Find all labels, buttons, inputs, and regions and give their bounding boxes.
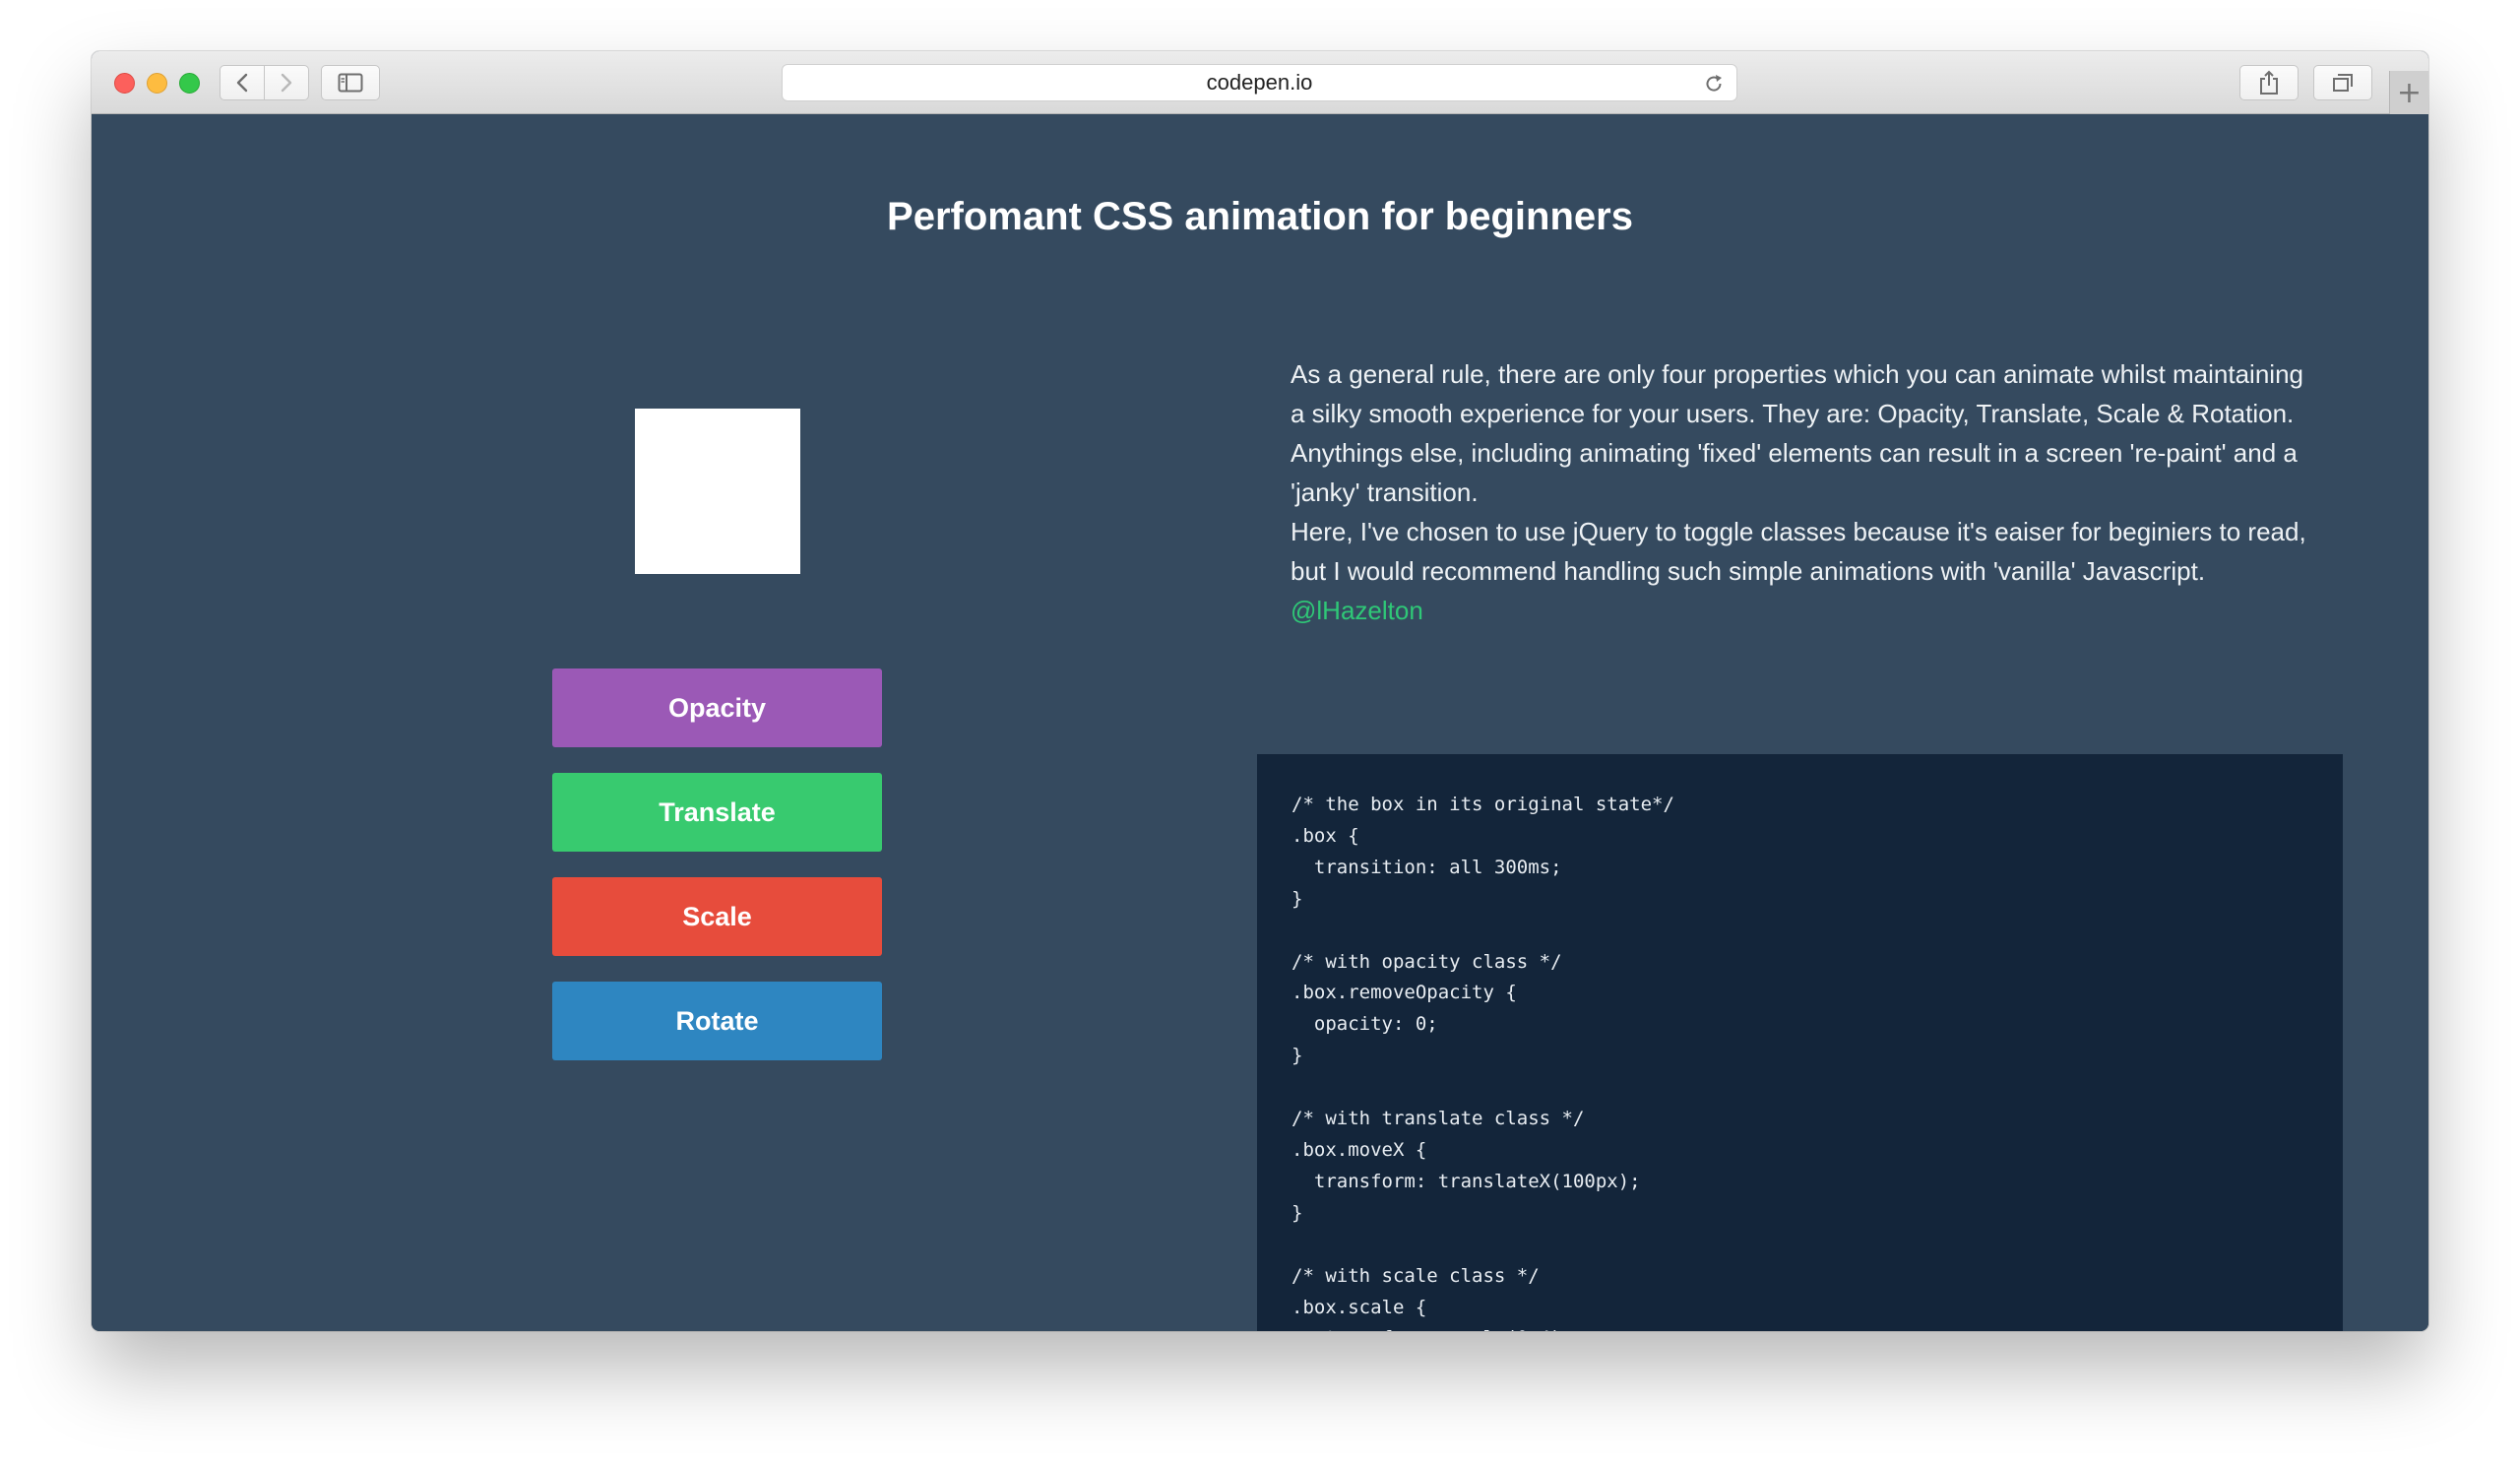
address-bar[interactable]: codepen.io	[782, 64, 1737, 101]
author-line: @lHazelton	[1291, 591, 2324, 630]
url-text: codepen.io	[1206, 70, 1313, 95]
sidebar-button[interactable]	[321, 65, 380, 100]
opacity-button[interactable]: Opacity	[552, 668, 882, 747]
plus-icon: +	[2396, 75, 2423, 110]
description-paragraph: Here, I've chosen to use jQuery to toggl…	[1291, 517, 2306, 586]
page-content: Perfomant CSS animation for beginners Op…	[92, 114, 2428, 1331]
share-icon	[2260, 70, 2278, 95]
description: As a general rule, there are only four p…	[1291, 354, 2324, 630]
chevron-left-icon	[236, 73, 248, 93]
maximize-window-button[interactable]	[179, 73, 200, 94]
close-window-button[interactable]	[114, 73, 135, 94]
reload-icon[interactable]	[1703, 73, 1725, 95]
author-link[interactable]: @lHazelton	[1291, 596, 1423, 625]
back-button[interactable]	[220, 66, 264, 99]
css-code: /* the box in its original state*/ .box …	[1292, 794, 1674, 1331]
browser-toolbar: codepen.io +	[92, 51, 2428, 114]
minimize-window-button[interactable]	[147, 73, 167, 94]
page-title: Perfomant CSS animation for beginners	[887, 195, 1633, 238]
chevron-right-icon	[281, 73, 292, 93]
new-tab-button[interactable]: +	[2389, 71, 2428, 114]
share-button[interactable]	[2239, 65, 2299, 100]
animated-box	[635, 409, 800, 574]
scale-button[interactable]: Scale	[552, 877, 882, 956]
code-block: /* the box in its original state*/ .box …	[1257, 754, 2343, 1331]
description-paragraph: As a general rule, there are only four p…	[1291, 359, 2303, 507]
translate-button[interactable]: Translate	[552, 773, 882, 852]
tab-overview-button[interactable]	[2313, 65, 2372, 100]
rotate-button[interactable]: Rotate	[552, 982, 882, 1060]
sidebar-icon	[338, 73, 363, 93]
tabs-icon	[2333, 74, 2353, 92]
browser-window: codepen.io + Perfomant CSS animation for	[92, 51, 2428, 1331]
forward-button[interactable]	[264, 66, 308, 99]
navigation-buttons	[220, 65, 309, 100]
